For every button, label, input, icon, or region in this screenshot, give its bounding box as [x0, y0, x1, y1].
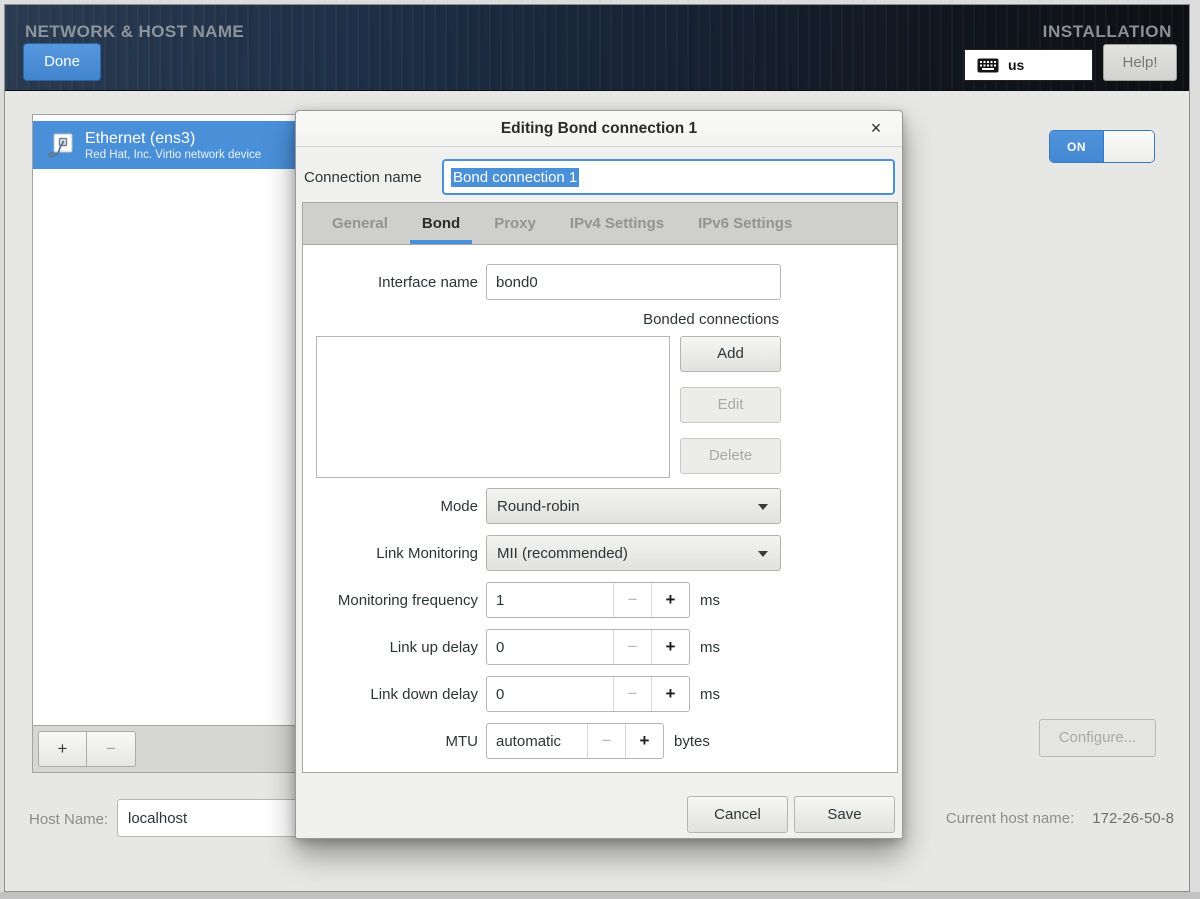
device-title: Ethernet (ens3) — [85, 129, 261, 148]
current-hostname-value: 172-26-50-8 — [1092, 810, 1174, 827]
configure-button[interactable]: Configure... — [1039, 719, 1156, 757]
spinner-value[interactable]: 0 — [487, 630, 613, 664]
spinner-value[interactable]: 0 — [487, 677, 613, 711]
plus-icon[interactable]: + — [651, 630, 689, 664]
installation-label: INSTALLATION — [1043, 22, 1172, 42]
edit-button[interactable]: Edit — [680, 387, 781, 423]
device-subtitle: Red Hat, Inc. Virtio network device — [85, 148, 261, 162]
interface-name-row: Interface name — [303, 264, 897, 300]
remove-device-button[interactable]: − — [87, 731, 136, 767]
cancel-button[interactable]: Cancel — [687, 796, 788, 833]
plus-icon[interactable]: + — [651, 583, 689, 617]
mtu-unit: bytes — [674, 733, 710, 750]
toggle-on-label: ON — [1050, 131, 1103, 162]
current-hostname: Current host name: 172-26-50-8 — [929, 810, 1174, 827]
keyboard-layout-indicator[interactable]: us — [964, 49, 1093, 81]
toggle-knob[interactable] — [1103, 131, 1154, 162]
installer-window: NETWORK & HOST NAME Done INSTALLATION us… — [4, 4, 1190, 892]
bonded-connections-label: Bonded connections — [303, 311, 779, 329]
page-title: NETWORK & HOST NAME — [25, 22, 244, 42]
link-monitoring-select[interactable]: MII (recommended) — [486, 535, 781, 571]
spinner-value[interactable]: 1 — [487, 583, 613, 617]
dialog-titlebar: Editing Bond connection 1 × — [296, 111, 902, 147]
link-up-delay-label: Link up delay — [303, 639, 478, 656]
bonded-connections-list[interactable] — [316, 336, 670, 478]
bond-tab-page: Interface name Bonded connections Add Ed… — [303, 245, 897, 772]
monitoring-frequency-spinner[interactable]: 1 − + — [486, 582, 690, 618]
minus-icon[interactable]: − — [613, 583, 651, 617]
link-monitoring-row: Link Monitoring MII (recommended) — [303, 535, 897, 571]
tab-ipv6-settings[interactable]: IPv6 Settings — [681, 203, 809, 244]
mtu-spinner[interactable]: automatic − + — [486, 723, 664, 759]
minus-icon[interactable]: − — [587, 724, 625, 758]
add-device-button[interactable]: + — [38, 731, 87, 767]
link-down-delay-label: Link down delay — [303, 686, 478, 703]
link-up-delay-spinner[interactable]: 0 − + — [486, 629, 690, 665]
link-down-delay-unit: ms — [700, 686, 720, 703]
connection-name-input[interactable]: Bond connection 1 — [442, 159, 895, 195]
bonded-connections-row: Add Edit Delete — [316, 336, 897, 478]
minus-icon[interactable]: − — [613, 630, 651, 664]
done-button[interactable]: Done — [23, 43, 101, 81]
plus-icon[interactable]: + — [651, 677, 689, 711]
edit-bond-dialog: Editing Bond connection 1 × Connection n… — [295, 110, 903, 839]
monitoring-frequency-label: Monitoring frequency — [303, 592, 478, 609]
delete-button[interactable]: Delete — [680, 438, 781, 474]
chevron-down-icon — [758, 551, 768, 557]
dialog-title: Editing Bond connection 1 — [501, 120, 697, 138]
hostname-label: Host Name: — [29, 811, 108, 828]
dialog-footer: Cancel Save — [296, 773, 902, 841]
tab-bar: General Bond Proxy IPv4 Settings IPv6 Se… — [303, 203, 897, 245]
mtu-label: MTU — [303, 733, 478, 750]
save-button[interactable]: Save — [794, 796, 895, 833]
window-frame-bottom — [0, 892, 1200, 899]
tab-proxy[interactable]: Proxy — [477, 203, 553, 244]
link-down-delay-row: Link down delay 0 − + ms — [303, 676, 897, 712]
keyboard-icon — [977, 58, 999, 73]
active-tab-underline — [410, 240, 472, 244]
mode-select[interactable]: Round-robin — [486, 488, 781, 524]
monitoring-frequency-unit: ms — [700, 592, 720, 609]
tab-bond[interactable]: Bond — [405, 203, 477, 244]
interface-name-label: Interface name — [303, 274, 478, 291]
bonded-list-buttons: Add Edit Delete — [680, 336, 781, 478]
link-monitoring-label: Link Monitoring — [303, 545, 478, 562]
device-text: Ethernet (ens3) Red Hat, Inc. Virtio net… — [85, 129, 261, 162]
spinner-value[interactable]: automatic — [487, 724, 587, 758]
keyboard-layout-label: us — [1008, 57, 1024, 73]
chevron-down-icon — [758, 504, 768, 510]
link-up-delay-unit: ms — [700, 639, 720, 656]
add-button[interactable]: Add — [680, 336, 781, 372]
connection-name-label: Connection name — [303, 169, 442, 186]
network-toggle[interactable]: ON — [1050, 131, 1154, 162]
current-hostname-label: Current host name: — [946, 810, 1074, 827]
tab-ipv4-settings[interactable]: IPv4 Settings — [553, 203, 681, 244]
interface-name-input[interactable] — [486, 264, 781, 300]
help-button[interactable]: Help! — [1103, 44, 1177, 81]
plus-icon[interactable]: + — [625, 724, 663, 758]
link-down-delay-spinner[interactable]: 0 − + — [486, 676, 690, 712]
selected-text: Bond connection 1 — [451, 168, 579, 187]
ethernet-icon — [47, 131, 75, 159]
tab-general[interactable]: General — [315, 203, 405, 244]
settings-notebook: General Bond Proxy IPv4 Settings IPv6 Se… — [302, 202, 898, 773]
monitoring-frequency-row: Monitoring frequency 1 − + ms — [303, 582, 897, 618]
mode-label: Mode — [303, 498, 478, 515]
mode-row: Mode Round-robin — [303, 488, 897, 524]
connection-name-row: Connection name Bond connection 1 — [303, 159, 895, 195]
minus-icon[interactable]: − — [613, 677, 651, 711]
link-up-delay-row: Link up delay 0 − + ms — [303, 629, 897, 665]
top-bar: NETWORK & HOST NAME Done INSTALLATION us… — [5, 5, 1189, 91]
mtu-row: MTU automatic − + bytes — [303, 723, 897, 759]
close-icon[interactable]: × — [864, 116, 888, 140]
